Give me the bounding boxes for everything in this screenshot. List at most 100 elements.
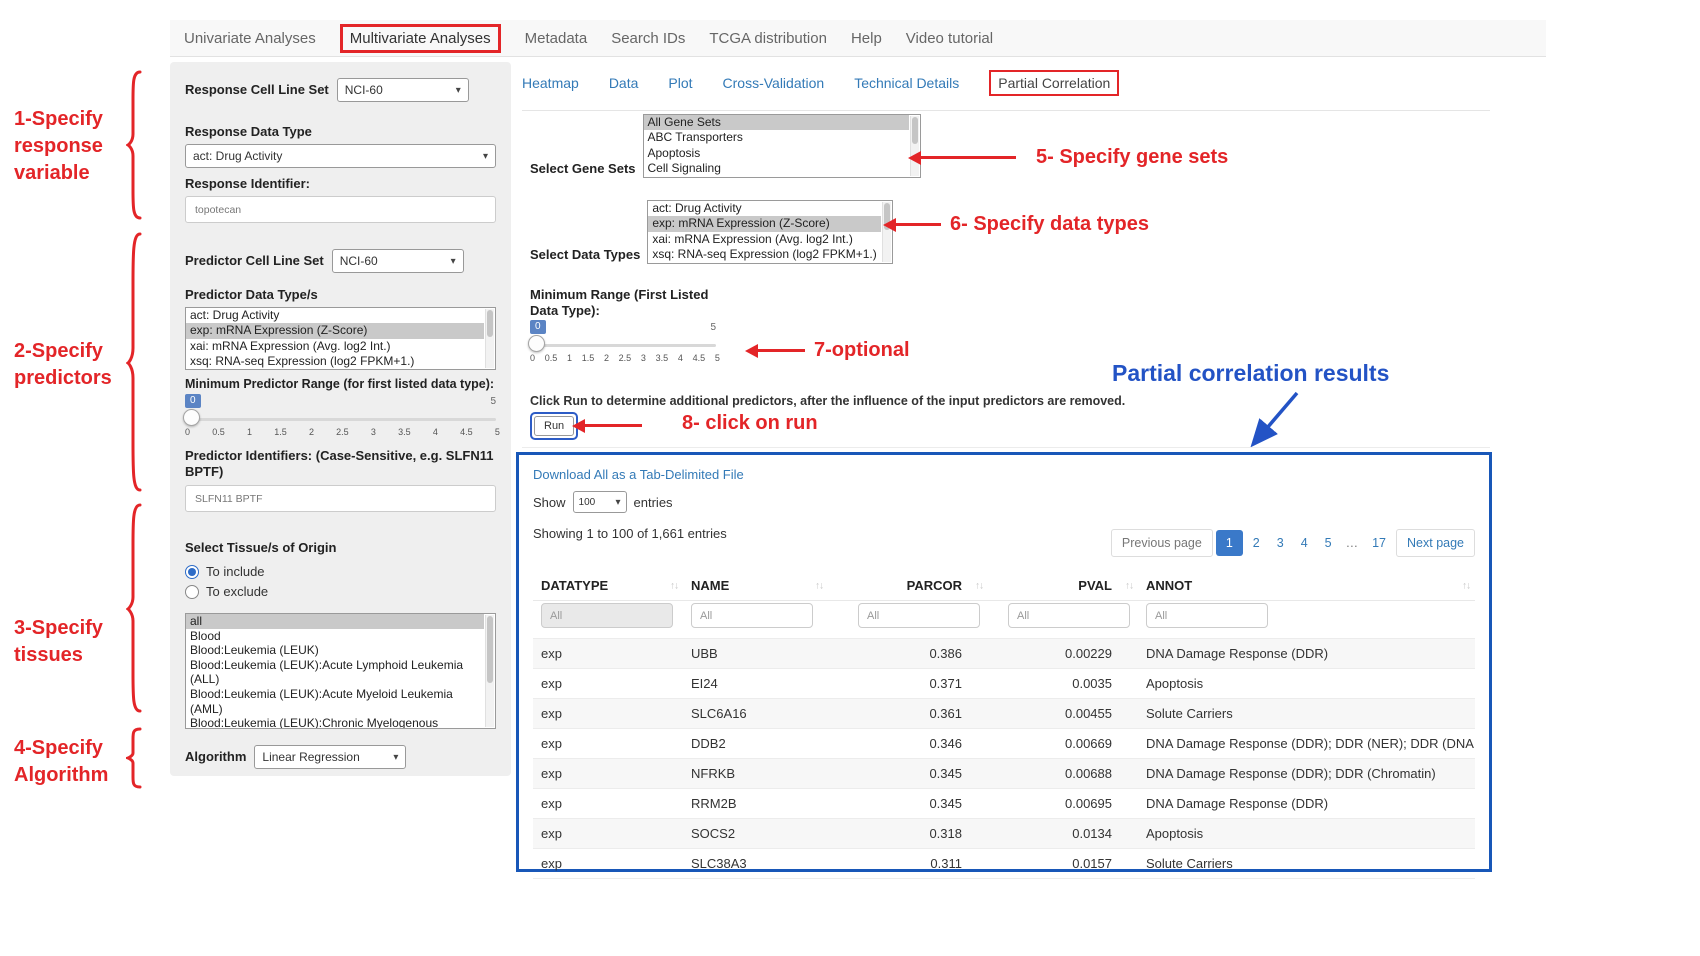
slider-handle[interactable]	[528, 335, 545, 352]
min-predictor-range-label: Minimum Predictor Range (for first liste…	[185, 376, 496, 392]
pagination-page-5[interactable]: 5	[1318, 530, 1339, 556]
response-data-type-select[interactable]: act: Drug Activity ▾	[185, 144, 496, 168]
run-button[interactable]: Run	[534, 416, 574, 436]
filter-pval-input[interactable]	[1008, 603, 1130, 628]
filter-datatype-input[interactable]	[541, 603, 673, 628]
listbox-option[interactable]: Blood	[186, 629, 484, 644]
tab-plot[interactable]: Plot	[668, 75, 692, 91]
listbox-option[interactable]: Apoptosis	[644, 146, 909, 161]
nav-univariate-analyses[interactable]: Univariate Analyses	[184, 30, 316, 47]
cell-name: EI24	[683, 669, 828, 699]
slider-tick: 4	[433, 427, 438, 437]
listbox-option-selected[interactable]: exp: mRNA Expression (Z-Score)	[648, 216, 881, 231]
listbox-option[interactable]: ABC Transporters	[644, 130, 909, 145]
gene-sets-label: Select Gene Sets	[530, 161, 636, 178]
predictor-data-types-listbox[interactable]: act: Drug Activity exp: mRNA Expression …	[185, 307, 496, 370]
run-instruction: Click Run to determine additional predic…	[530, 394, 1125, 408]
response-data-type-value: act: Drug Activity	[193, 149, 282, 163]
nav-metadata[interactable]: Metadata	[525, 30, 588, 47]
response-data-type-label: Response Data Type	[185, 124, 496, 140]
response-identifier-label: Response Identifier:	[185, 176, 496, 192]
pagination-previous-button[interactable]: Previous page	[1111, 529, 1213, 557]
cell-name: SLC38A3	[683, 849, 828, 879]
radio-unchecked-icon	[185, 585, 199, 599]
filter-name-input[interactable]	[691, 603, 813, 628]
scrollbar-thumb[interactable]	[487, 310, 493, 337]
listbox-option[interactable]: Blood:Leukemia (LEUK)	[186, 643, 484, 658]
column-header-parcor[interactable]: PARCOR↑↓	[828, 571, 988, 601]
predictor-cell-line-set-select[interactable]: NCI-60 ▾	[332, 249, 464, 273]
pagination-page-1[interactable]: 1	[1216, 530, 1243, 556]
scrollbar[interactable]	[485, 309, 494, 368]
response-cell-line-set-value: NCI-60	[345, 83, 383, 97]
scrollbar[interactable]	[882, 202, 891, 262]
cell-name: NFRKB	[683, 759, 828, 789]
filter-annot-input[interactable]	[1146, 603, 1268, 628]
cell-datatype: exp	[533, 699, 683, 729]
tab-heatmap[interactable]: Heatmap	[522, 75, 579, 91]
cell-pval: 0.00455	[988, 699, 1138, 729]
algorithm-select[interactable]: Linear Regression ▾	[254, 745, 406, 769]
scrollbar-thumb[interactable]	[487, 616, 493, 683]
slider-handle[interactable]	[183, 409, 200, 426]
data-types-listbox[interactable]: act: Drug Activity exp: mRNA Expression …	[647, 200, 893, 264]
tissue-listbox[interactable]: all Blood Blood:Leukemia (LEUK) Blood:Le…	[185, 613, 496, 729]
column-header-pval[interactable]: PVAL↑↓	[988, 571, 1138, 601]
cell-annot: DNA Damage Response (DDR)	[1138, 639, 1475, 669]
tissue-origin-label: Select Tissue/s of Origin	[185, 540, 496, 556]
tab-cross-validation[interactable]: Cross-Validation	[723, 75, 825, 91]
response-identifier-input[interactable]	[185, 196, 496, 223]
tab-technical-details[interactable]: Technical Details	[854, 75, 959, 91]
listbox-option[interactable]: Blood:Leukemia (LEUK):Chronic Myelogenou…	[186, 716, 484, 729]
listbox-option[interactable]: xai: mRNA Expression (Avg. log2 Int.)	[648, 232, 881, 247]
min-range-slider[interactable]: 0 5 0 0.5 1 1.5 2 2.5 3 3.5 4 4.5 5	[530, 320, 716, 370]
cell-parcor: 0.361	[828, 699, 988, 729]
slider-tick: 3	[371, 427, 376, 437]
listbox-option[interactable]: Blood:Leukemia (LEUK):Acute Myeloid Leuk…	[186, 687, 484, 716]
scrollbar-thumb[interactable]	[912, 117, 918, 144]
listbox-option-selected[interactable]: All Gene Sets	[644, 115, 909, 130]
nav-multivariate-analyses[interactable]: Multivariate Analyses	[340, 24, 501, 53]
show-entries-select[interactable]: 100 ▾	[573, 491, 627, 513]
nav-tcga-distribution[interactable]: TCGA distribution	[709, 30, 827, 47]
listbox-option[interactable]: act: Drug Activity	[186, 308, 484, 323]
listbox-option[interactable]: xai: mRNA Expression (Avg. log2 Int.)	[186, 339, 484, 354]
pagination-page-2[interactable]: 2	[1246, 530, 1267, 556]
listbox-option[interactable]: act: Drug Activity	[648, 201, 881, 216]
predictor-identifiers-input[interactable]	[185, 485, 496, 512]
slider-tick: 4.5	[693, 353, 706, 363]
column-header-annot[interactable]: ANNOT↑↓	[1138, 571, 1475, 601]
download-tab-delimited-link[interactable]: Download All as a Tab-Delimited File	[533, 467, 744, 482]
response-cell-line-set-label: Response Cell Line Set	[185, 82, 329, 98]
nav-search-ids[interactable]: Search IDs	[611, 30, 685, 47]
slider-tick: 0.5	[545, 353, 558, 363]
table-filter-row	[533, 601, 1475, 639]
nav-help[interactable]: Help	[851, 30, 882, 47]
pagination-page-4[interactable]: 4	[1294, 530, 1315, 556]
scrollbar[interactable]	[485, 615, 494, 727]
pagination-next-button[interactable]: Next page	[1396, 529, 1475, 557]
tissue-include-radio[interactable]: To include	[185, 564, 496, 579]
listbox-option[interactable]: xsq: RNA-seq Expression (log2 FPKM+1.)	[186, 354, 484, 369]
filter-parcor-input[interactable]	[858, 603, 980, 628]
column-header-datatype[interactable]: DATATYPE↑↓	[533, 571, 683, 601]
tab-data[interactable]: Data	[609, 75, 639, 91]
listbox-option[interactable]: Blood:Leukemia (LEUK):Acute Lymphoid Leu…	[186, 658, 484, 687]
pagination-page-17[interactable]: 17	[1365, 530, 1393, 556]
min-predictor-range-slider[interactable]: 0 5 0 0.5 1 1.5 2 2.5 3 3.5 4 4.5 5	[185, 394, 496, 444]
listbox-option-selected[interactable]: exp: mRNA Expression (Z-Score)	[186, 323, 484, 338]
slider-track[interactable]	[185, 418, 496, 421]
chevron-down-icon: ▾	[483, 151, 488, 162]
tab-partial-correlation[interactable]: Partial Correlation	[989, 70, 1119, 96]
listbox-option-selected[interactable]: all	[186, 614, 484, 629]
response-cell-line-set-select[interactable]: NCI-60 ▾	[337, 78, 469, 102]
column-header-name[interactable]: NAME↑↓	[683, 571, 828, 601]
listbox-option[interactable]: xsq: RNA-seq Expression (log2 FPKM+1.)	[648, 247, 881, 262]
slider-track[interactable]	[530, 344, 716, 347]
gene-sets-listbox[interactable]: All Gene Sets ABC Transporters Apoptosis…	[643, 114, 921, 178]
nav-video-tutorial[interactable]: Video tutorial	[906, 30, 993, 47]
scrollbar[interactable]	[910, 116, 919, 176]
listbox-option[interactable]: Cell Signaling	[644, 161, 909, 176]
tissue-exclude-radio[interactable]: To exclude	[185, 584, 496, 599]
pagination-page-3[interactable]: 3	[1270, 530, 1291, 556]
